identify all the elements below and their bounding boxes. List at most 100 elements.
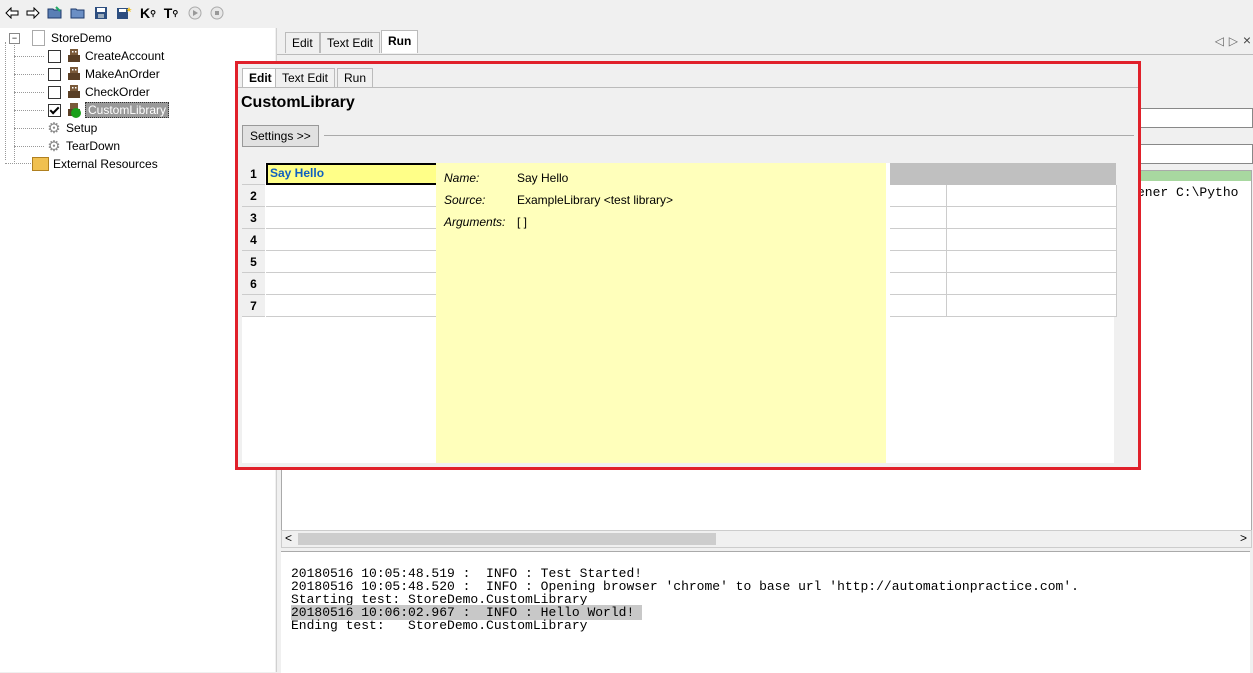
tree-item-makeanorder[interactable]: MakeAnOrder [48,65,160,83]
gear-icon: ⚙ [47,138,61,155]
suite-tree: − StoreDemo CreateAccount MakeAnOrder Ch… [0,28,275,672]
tree-item-customlibrary[interactable]: CustomLibrary [48,101,170,119]
row-header[interactable]: 3 [242,207,265,229]
tab-edit[interactable]: Edit [285,32,320,53]
tooltip-value: ExampleLibrary <test library> [517,193,674,207]
row-header[interactable]: 1 [242,163,265,185]
table-header-strip [890,163,1116,185]
table-cell[interactable] [266,251,437,273]
tree-item-label: TearDown [66,139,121,153]
table-cell[interactable] [947,229,1117,251]
settings-button[interactable]: Settings >> [242,125,319,147]
table-cell[interactable] [947,251,1117,273]
open-folder-icon[interactable] [69,4,87,22]
table-cell[interactable] [947,207,1117,229]
keyword-tooltip: Name: Say Hello Source: ExampleLibrary <… [436,163,886,463]
tree-root[interactable]: − StoreDemo [9,29,112,47]
tree-item-label: CheckOrder [85,85,150,99]
run-tags-field[interactable] [1135,144,1253,164]
tooltip-arguments-row: Arguments: [ ] [444,215,527,229]
row-header[interactable]: 4 [242,229,265,251]
tab-close-icon[interactable]: × [1243,32,1251,48]
robot-icon [67,48,81,64]
tooltip-key: Name: [444,171,480,185]
robot-icon [67,84,81,100]
tooltip-source-row: Source: ExampleLibrary <test library> [444,193,673,207]
folder-icon [32,157,49,171]
tooltip-key: Source: [444,193,486,207]
tree-item-label: MakeAnOrder [85,67,160,81]
tree-item-label: CreateAccount [85,49,165,63]
log-line: Ending test: StoreDemo.CustomLibrary [291,618,588,633]
table-cell[interactable] [890,273,947,295]
tree-item-setup[interactable]: ⚙ Setup [46,119,97,137]
tab-text-edit[interactable]: Text Edit [320,32,381,53]
tree-item-label: Setup [66,121,98,135]
run-icon[interactable] [186,4,204,22]
tree-item-checkbox[interactable] [48,67,61,81]
table-cell[interactable] [890,185,947,207]
tab-prev-icon[interactable]: ◁ [1215,34,1224,48]
gear-icon: ⚙ [47,120,61,137]
save-icon[interactable] [92,4,110,22]
scrollbar-thumb[interactable] [298,533,716,545]
tree-item-external-resources[interactable]: External Resources [32,155,158,173]
tree-item-label: External Resources [53,157,158,171]
tree-item-teardown[interactable]: ⚙ TearDown [46,137,120,155]
tree-item-checkbox[interactable] [48,103,61,117]
table-cell-selected[interactable]: Say Hello [266,163,440,185]
row-header[interactable]: 7 [242,295,265,317]
tree-item-label: CustomLibrary [85,102,170,118]
table-cell[interactable] [890,207,947,229]
tooltip-name-row: Name: Say Hello [444,171,568,185]
run-args-field[interactable] [1135,108,1253,128]
log-panel: 20180516 10:05:48.519 : INFO : Test Star… [281,551,1250,673]
forward-arrow-icon[interactable] [24,4,42,22]
suite-file-icon [32,30,45,46]
tooltip-value: [ ] [517,215,528,229]
tree-item-createaccount[interactable]: CreateAccount [48,47,164,65]
table-cell[interactable] [947,273,1117,295]
robot-icon [67,66,81,82]
table-cell[interactable] [947,185,1117,207]
run-output-text: ener C:\Pytho [1137,185,1239,200]
stop-icon[interactable] [208,4,226,22]
highlighted-editor: Edit Text Edit Run CustomLibrary Setting… [235,61,1141,470]
tree-root-label: StoreDemo [51,31,112,45]
table-cell[interactable] [266,185,437,207]
t-glyph: T [163,5,173,21]
table-cell[interactable] [266,229,437,251]
open-suite-icon[interactable] [46,4,64,22]
table-cell[interactable] [266,273,437,295]
scroll-left-icon[interactable]: < [285,531,292,545]
tooltip-value: Say Hello [517,171,569,185]
row-header[interactable]: 2 [242,185,265,207]
table-cell[interactable] [890,251,947,273]
table-cell[interactable] [266,295,437,317]
back-arrow-icon[interactable] [3,4,21,22]
tab-run[interactable]: Run [337,68,374,87]
tree-item-checkorder[interactable]: CheckOrder [48,83,150,101]
save-all-icon[interactable] [115,4,133,22]
tab-edit[interactable]: Edit [242,68,279,87]
table-cell[interactable] [890,295,947,317]
tab-next-icon[interactable]: ▷ [1229,34,1238,48]
progress-bar [1137,171,1251,181]
row-header[interactable]: 6 [242,273,265,295]
k-glyph: K [140,5,151,21]
table-cell[interactable] [266,207,437,229]
scroll-right-icon[interactable]: > [1240,531,1247,545]
table-cell[interactable] [947,295,1117,317]
search-keywords-icon[interactable]: K ⚲ [139,4,157,22]
tree-item-checkbox[interactable] [48,49,61,63]
page-title: CustomLibrary [241,94,355,111]
tab-text-edit[interactable]: Text Edit [275,68,336,87]
robot-passed-icon [67,102,81,118]
tree-item-checkbox[interactable] [48,85,61,99]
search-tests-icon[interactable]: T ⚲ [162,4,180,22]
table-cell[interactable] [890,229,947,251]
collapse-icon[interactable]: − [9,32,20,44]
tab-run[interactable]: Run [381,30,419,53]
toolbar: K ⚲ T ⚲ [0,0,1253,26]
row-header[interactable]: 5 [242,251,265,273]
